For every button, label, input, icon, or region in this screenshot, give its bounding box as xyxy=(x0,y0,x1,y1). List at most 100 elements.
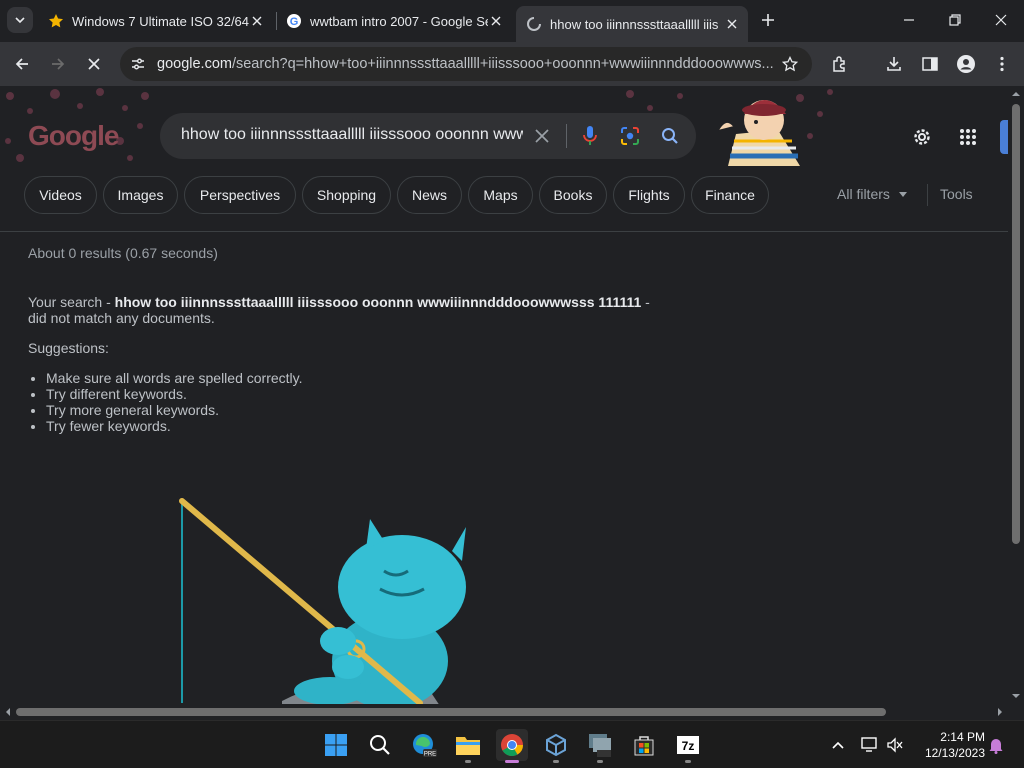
message-prefix: Your search - xyxy=(28,294,115,310)
fishing-monster-illustration xyxy=(179,498,466,704)
menu-button[interactable] xyxy=(988,50,1016,78)
horizontal-scrollbar[interactable] xyxy=(0,704,1008,720)
google-doodle-logo[interactable]: Google xyxy=(28,120,119,152)
running-indicator xyxy=(465,760,471,763)
running-indicator xyxy=(505,760,519,763)
close-window-button[interactable] xyxy=(978,0,1024,40)
settings-gear-icon[interactable] xyxy=(908,123,936,151)
tab-current-search[interactable]: hhow too iiinnnsssttaaalllll iiis xyxy=(516,6,748,42)
clock-time: 2:14 PM xyxy=(940,730,985,744)
account-avatar[interactable] xyxy=(1000,120,1008,154)
close-icon xyxy=(995,14,1007,26)
side-panel-button[interactable] xyxy=(916,50,944,78)
taskbar-search-button[interactable] xyxy=(364,729,396,761)
minimize-button[interactable] xyxy=(886,0,932,40)
chip-flights[interactable]: Flights xyxy=(613,176,685,214)
scroll-up-arrow-icon[interactable] xyxy=(1008,88,1024,100)
taskbar-vmware[interactable] xyxy=(584,729,616,763)
stop-loading-button[interactable] xyxy=(80,50,108,78)
side-panel-icon xyxy=(922,57,938,71)
show-hidden-icons-button[interactable] xyxy=(828,735,848,755)
svg-text:PRE: PRE xyxy=(424,752,436,758)
close-tab-icon[interactable] xyxy=(724,16,740,32)
chrome-icon xyxy=(501,734,523,756)
extensions-button[interactable] xyxy=(826,50,854,78)
back-button[interactable] xyxy=(8,50,36,78)
tools-divider xyxy=(927,184,928,206)
restore-icon xyxy=(949,14,961,26)
tab-windows7[interactable]: Windows 7 Ultimate ISO 32/64 xyxy=(38,6,273,36)
search-icon[interactable] xyxy=(658,124,682,148)
svg-text:7z: 7z xyxy=(682,739,695,753)
taskbar-7zip[interactable]: 7z xyxy=(672,729,704,763)
chip-maps[interactable]: Maps xyxy=(468,176,533,214)
arrow-left-icon xyxy=(15,58,28,70)
volume-button[interactable] xyxy=(885,735,905,755)
bell-icon xyxy=(989,739,1003,754)
downloads-button[interactable] xyxy=(880,50,908,78)
system-clock[interactable]: 2:14 PM 12/13/2023 xyxy=(913,729,985,761)
start-button[interactable] xyxy=(320,729,352,761)
vmware-icon xyxy=(589,734,611,757)
taskbar-virtualbox[interactable] xyxy=(540,729,572,763)
horizontal-scroll-thumb[interactable] xyxy=(16,708,886,716)
tab-wwtbam[interactable]: G wwtbam intro 2007 - Google Se xyxy=(276,6,512,36)
plus-icon xyxy=(762,14,774,26)
tools-button[interactable]: Tools xyxy=(940,186,973,202)
search-input[interactable]: hhow too iiinnnsssttaaalllll iiisssooo o… xyxy=(181,126,523,144)
search-icon xyxy=(370,735,390,755)
tab-search-button[interactable] xyxy=(7,7,33,33)
taskbar-store[interactable] xyxy=(628,729,660,761)
search-results-page: Google hhow too iiinnnsssttaaalllll iiis… xyxy=(0,86,1008,704)
arrow-right-icon xyxy=(52,58,65,70)
profile-button[interactable] xyxy=(952,50,980,78)
scroll-right-arrow-icon[interactable] xyxy=(994,704,1006,720)
chip-shopping[interactable]: Shopping xyxy=(302,176,391,214)
taskbar-edge-preview[interactable]: PRE xyxy=(408,729,440,761)
clear-search-icon[interactable] xyxy=(530,124,554,148)
windows-taskbar: PRE 7z 2:14 PM 12/13/2023 xyxy=(0,720,1024,768)
star-icon xyxy=(48,13,64,29)
header-divider xyxy=(0,231,1008,232)
taskbar-chrome[interactable] xyxy=(496,729,528,763)
scroll-left-arrow-icon[interactable] xyxy=(2,704,14,720)
notifications-button[interactable] xyxy=(986,735,1006,755)
bookmark-star-icon[interactable] xyxy=(780,54,800,74)
url-text: google.com/search?q=hhow+too+iiinnnssstt… xyxy=(157,56,773,72)
search-box[interactable]: hhow too iiinnnsssttaaalllll iiisssooo o… xyxy=(160,113,696,159)
chip-news[interactable]: News xyxy=(397,176,462,214)
virtualbox-icon xyxy=(546,733,566,757)
scroll-down-arrow-icon[interactable] xyxy=(1008,690,1024,702)
chip-videos[interactable]: Videos xyxy=(24,176,97,214)
doodle-illustration-man[interactable] xyxy=(708,86,808,166)
network-button[interactable] xyxy=(860,735,880,755)
chip-perspectives[interactable]: Perspectives xyxy=(184,176,296,214)
apps-grid-icon[interactable] xyxy=(954,123,982,151)
new-tab-button[interactable] xyxy=(757,9,779,31)
download-icon xyxy=(887,57,901,71)
url-host: google.com xyxy=(157,56,232,72)
site-info-icon[interactable] xyxy=(128,54,148,74)
minimize-icon xyxy=(904,19,914,21)
volume-muted-icon xyxy=(887,737,903,753)
loading-icon xyxy=(526,16,542,32)
vertical-scrollbar[interactable] xyxy=(1008,86,1024,704)
store-icon xyxy=(634,736,654,756)
forward-button[interactable] xyxy=(44,50,72,78)
taskbar-file-explorer[interactable] xyxy=(452,729,484,763)
restore-button[interactable] xyxy=(932,0,978,40)
result-stats: About 0 results (0.67 seconds) xyxy=(28,245,218,261)
chip-finance[interactable]: Finance xyxy=(691,176,769,214)
address-bar[interactable]: google.com/search?q=hhow+too+iiinnnssstt… xyxy=(120,47,812,81)
close-tab-icon[interactable] xyxy=(249,13,265,29)
suggestions-list: Make sure all words are spelled correctl… xyxy=(46,370,303,434)
chip-images[interactable]: Images xyxy=(103,176,178,214)
microphone-icon[interactable] xyxy=(578,124,602,148)
tab-bar: Windows 7 Ultimate ISO 32/64 G wwtbam in… xyxy=(0,0,1024,42)
close-tab-icon[interactable] xyxy=(488,13,504,29)
windows-start-icon xyxy=(325,734,347,756)
chip-books[interactable]: Books xyxy=(539,176,607,214)
lens-icon[interactable] xyxy=(618,124,642,148)
all-filters-button[interactable]: All filters xyxy=(837,186,908,202)
vertical-scroll-thumb[interactable] xyxy=(1012,104,1020,544)
